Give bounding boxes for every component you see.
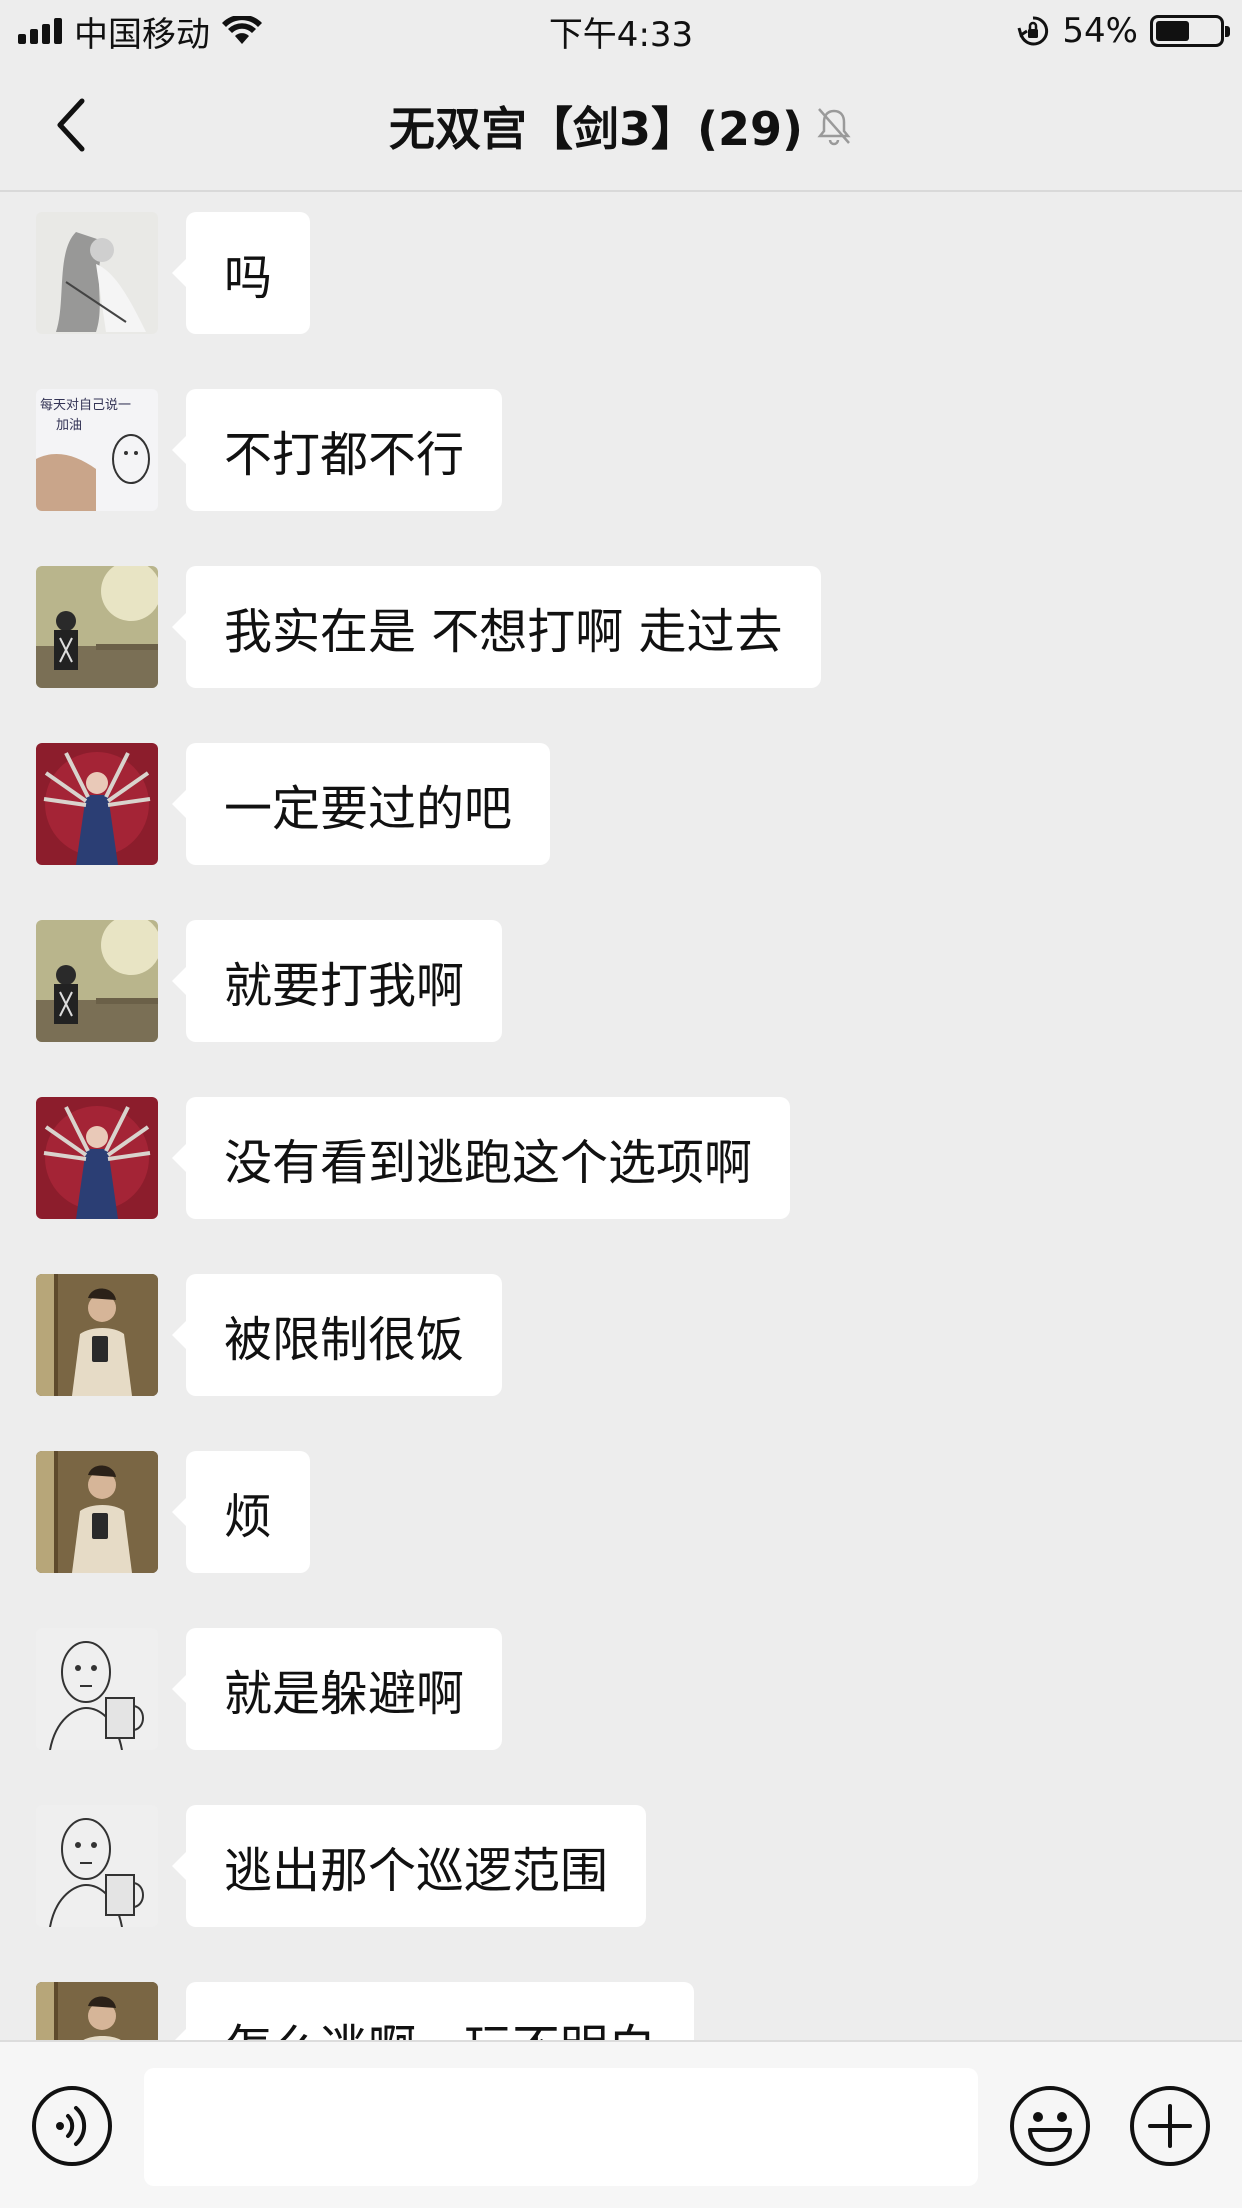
voice-icon — [32, 2086, 112, 2166]
avatar[interactable] — [36, 566, 158, 688]
message-row: 怎么逃啊，玩不明白 — [36, 1982, 695, 2040]
svg-text:加油: 加油 — [56, 418, 82, 433]
avatar[interactable] — [36, 1097, 158, 1219]
message-bubble[interactable]: 就是躲避啊 — [171, 1628, 503, 1750]
message-bubble[interactable]: 一定要过的吧 — [171, 743, 551, 865]
avatar[interactable] — [36, 1451, 158, 1573]
message-bubble[interactable]: 没有看到逃跑这个选项啊 — [171, 1097, 791, 1219]
orientation-lock-icon — [1017, 16, 1049, 46]
status-right: 54% — [1016, 11, 1230, 51]
battery-fill — [1156, 21, 1190, 41]
chevron-left-icon — [57, 98, 85, 152]
back-button[interactable] — [40, 90, 100, 160]
emoji-button[interactable] — [1008, 2084, 1092, 2172]
status-bar: 中国移动 下午4:33 54% — [0, 0, 1242, 62]
avatar[interactable] — [36, 1628, 158, 1750]
input-bar — [0, 2040, 1242, 2208]
nav-bar: 无双宫【剑3】(29) — [0, 62, 1242, 192]
message-bubble[interactable]: 吗 — [171, 212, 311, 334]
svg-text:每天对自己说一: 每天对自己说一 — [40, 397, 131, 413]
message-row: 每天对自己说一 加油 不打都不行 — [36, 389, 503, 511]
battery-icon — [1150, 15, 1230, 47]
message-bubble[interactable]: 我实在是 不想打啊 走过去 — [172, 566, 821, 688]
chat-title: 无双宫【剑3】(29) — [388, 102, 804, 156]
message-bubble[interactable]: 怎么逃啊，玩不明白 — [171, 1982, 695, 2040]
avatar[interactable] — [36, 212, 158, 334]
chat-title-group: 无双宫【剑3】(29) — [389, 93, 853, 159]
plus-icon — [1130, 2086, 1210, 2166]
message-row: 吗 — [36, 212, 311, 334]
message-bubble[interactable]: 被限制很饭 — [171, 1274, 503, 1396]
carrier-label: 中国移动 — [74, 14, 210, 55]
message-row: 烦 — [36, 1451, 311, 1573]
chat-message-list[interactable]: 吗每天对自己说一 加油 不打都不行 我实在是 不想打啊 走过去 一定要过的吧 就要打我啊没… — [0, 194, 1242, 2040]
message-bubble[interactable]: 逃出那个巡逻范围 — [171, 1805, 647, 1927]
avatar[interactable] — [36, 743, 158, 865]
avatar[interactable] — [36, 1982, 158, 2040]
message-row: 一定要过的吧 — [36, 743, 551, 865]
message-bubble[interactable]: 烦 — [171, 1451, 311, 1573]
message-row: 没有看到逃跑这个选项啊 — [36, 1097, 791, 1219]
message-row: 我实在是 不想打啊 走过去 — [36, 566, 821, 688]
message-bubble[interactable]: 就要打我啊 — [171, 920, 503, 1042]
emoji-icon — [1010, 2086, 1090, 2166]
wifi-icon — [222, 16, 262, 44]
message-row: 逃出那个巡逻范围 — [36, 1805, 647, 1927]
signal-icon — [18, 18, 62, 44]
more-button[interactable] — [1128, 2084, 1212, 2172]
avatar[interactable] — [36, 1805, 158, 1927]
status-left: 中国移动 — [18, 7, 262, 56]
message-row: 被限制很饭 — [36, 1274, 503, 1396]
avatar[interactable]: 每天对自己说一加油 — [36, 389, 158, 511]
message-row: 就要打我啊 — [36, 920, 503, 1042]
bell-muted-icon — [815, 105, 853, 147]
battery-percent: 54% — [1062, 11, 1138, 51]
message-bubble[interactable]: 不打都不行 — [171, 389, 503, 511]
message-row: 就是躲避啊 — [36, 1628, 503, 1750]
avatar[interactable] — [36, 1274, 158, 1396]
avatar[interactable] — [36, 920, 158, 1042]
message-input[interactable] — [144, 2068, 978, 2186]
voice-button[interactable] — [30, 2084, 114, 2172]
